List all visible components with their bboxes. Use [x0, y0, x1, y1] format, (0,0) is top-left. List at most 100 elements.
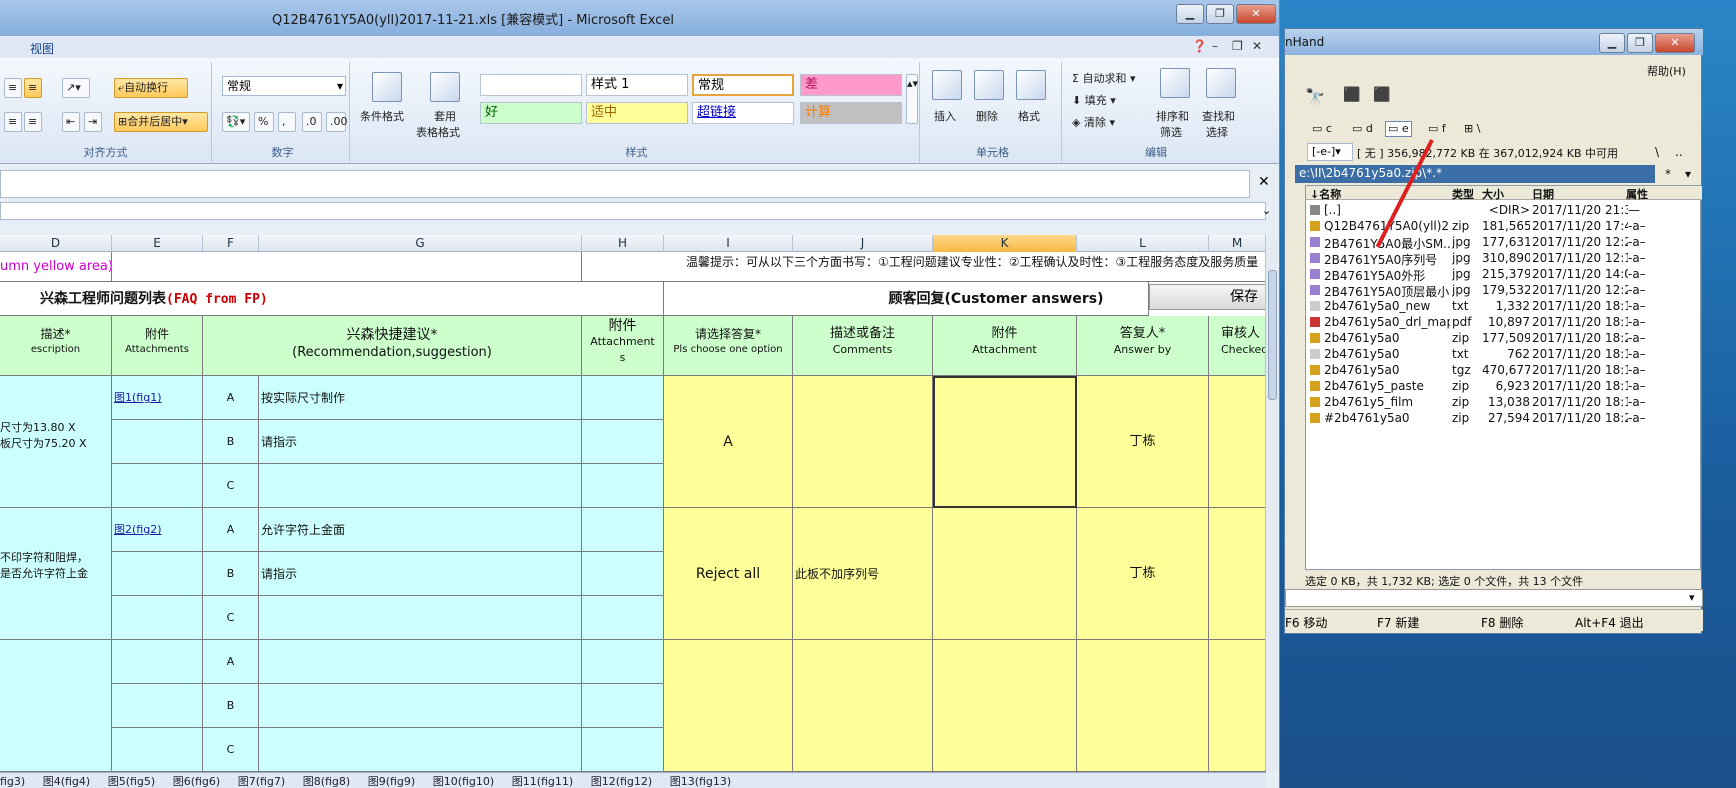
- f6-move-button[interactable]: F6 移动: [1285, 614, 1327, 631]
- decrease-indent-icon[interactable]: ⇤: [62, 112, 80, 132]
- q1-answer-by[interactable]: 丁栋: [1077, 376, 1209, 508]
- file-row[interactable]: 2B4761Y5A0最小SM.. jpg 177,631 2017/11/20 12:…: [1306, 234, 1702, 251]
- file-row[interactable]: Q12B4761Y5A0(yll)20..zip181,5652017/11/2…: [1306, 218, 1702, 234]
- drive-f-button[interactable]: ▭ f: [1425, 121, 1449, 137]
- cell[interactable]: [112, 420, 203, 464]
- table-format-label-2[interactable]: 表格格式: [416, 124, 460, 140]
- cell[interactable]: [582, 376, 664, 420]
- q1-attachment-selected[interactable]: [933, 376, 1077, 508]
- cell[interactable]: [582, 596, 664, 640]
- drive-e-button[interactable]: ▭ e: [1385, 121, 1412, 137]
- scroll-thumb[interactable]: [1268, 270, 1277, 400]
- drive-c-button[interactable]: ▭ c: [1309, 121, 1335, 137]
- sort-filter-icon[interactable]: [1160, 68, 1190, 98]
- q2-answer-by[interactable]: 丁栋: [1077, 508, 1209, 640]
- format-icon[interactable]: [1016, 70, 1046, 100]
- drive-d-button[interactable]: ▭ d: [1349, 121, 1376, 137]
- q2-sugg[interactable]: [259, 596, 582, 640]
- sheet-tab[interactable]: 图10(fig10): [433, 773, 495, 788]
- conditional-format-label[interactable]: 条件格式: [360, 108, 404, 124]
- drive-select[interactable]: [-e-]▾: [1307, 143, 1353, 161]
- file-list[interactable]: ↓名称 类型 大小 日期 属性 [..] <DIR>2017/11/20 21:3…: [1305, 185, 1702, 570]
- fm-close-button[interactable]: ✕: [1655, 33, 1695, 53]
- hdr-recommendation[interactable]: 兴森快捷建议* (Recommendation,suggestion): [203, 316, 582, 376]
- currency-icon[interactable]: 💱▾: [222, 112, 250, 132]
- cell[interactable]: [112, 252, 582, 282]
- cell[interactable]: [582, 640, 664, 684]
- q2-attachment[interactable]: [933, 508, 1077, 640]
- insert-label[interactable]: 插入: [934, 108, 956, 124]
- file-row[interactable]: [..] <DIR>2017/11/20 21:32—: [1306, 202, 1702, 218]
- sheet-tab[interactable]: 图4(fig4): [43, 773, 91, 788]
- file-row[interactable]: 2B4761Y5A0顶层最小.. jpg 179,532 2017/11/20 12:…: [1306, 282, 1702, 299]
- file-row[interactable]: 2b4761y5_paste zip 6,9232017/11/20 18:19-a…: [1306, 378, 1702, 394]
- network-drive-button[interactable]: ⊞ \: [1461, 121, 1483, 137]
- delete-label[interactable]: 删除: [976, 108, 998, 124]
- worksheet-grid[interactable]: umn yellow area) 温馨提示：可从以下三个方面书写：①工程问题建议…: [0, 252, 1266, 772]
- col-attr[interactable]: 属性: [1626, 186, 1648, 201]
- q3-attachment[interactable]: [933, 640, 1077, 772]
- sort-label-1[interactable]: 排序和: [1156, 108, 1189, 124]
- increase-indent-icon[interactable]: ⇥: [84, 112, 102, 132]
- wrap-text-button[interactable]: ⤶自动换行: [114, 78, 188, 98]
- comma-button[interactable]: ,: [278, 112, 296, 132]
- column-header[interactable]: J: [793, 235, 933, 252]
- find-select-icon[interactable]: [1206, 68, 1236, 98]
- q1-description[interactable]: 尺寸为13.80 X 板尺寸为75.20 X: [0, 376, 112, 508]
- file-row[interactable]: 2B4761Y5A0外形jpg215,3792017/11/20 14:07-a…: [1306, 266, 1702, 283]
- file-row[interactable]: 2b4761y5a0 zip 177,5092017/11/20 18:20-a–: [1306, 330, 1702, 346]
- decrease-decimal-icon[interactable]: .00: [326, 112, 348, 132]
- column-header[interactable]: H: [582, 235, 664, 252]
- style-normal[interactable]: 常规: [692, 74, 794, 96]
- q2-checked[interactable]: [1209, 508, 1266, 640]
- column-header[interactable]: E: [112, 235, 203, 252]
- cell[interactable]: [112, 640, 203, 684]
- cell[interactable]: [582, 420, 664, 464]
- q1-checked[interactable]: [1209, 376, 1266, 508]
- excel-icon[interactable]: ⬛: [1373, 87, 1390, 103]
- hdr-comments[interactable]: 描述或备注 Comments: [793, 316, 933, 376]
- f8-delete-button[interactable]: F8 删除: [1481, 614, 1523, 631]
- autosum-button[interactable]: Σ 自动求和 ▾: [1072, 70, 1135, 86]
- table-format-label-1[interactable]: 套用: [434, 108, 456, 124]
- column-header[interactable]: I: [664, 235, 793, 252]
- sheet-tab[interactable]: 图12(fig12): [591, 773, 653, 788]
- q2-answer[interactable]: Reject all: [664, 508, 793, 640]
- q3-checked[interactable]: [1209, 640, 1266, 772]
- col-type[interactable]: 类型: [1452, 186, 1474, 201]
- hdr-answer-by[interactable]: 答复人* Answer by: [1077, 316, 1209, 376]
- cell[interactable]: [582, 464, 664, 508]
- help-icon[interactable]: ❓: [1192, 39, 1207, 53]
- cell[interactable]: [112, 552, 203, 596]
- sheet-tab[interactable]: 图13(fig13): [670, 773, 732, 788]
- formula-input[interactable]: [0, 170, 1250, 198]
- q3-description[interactable]: [0, 640, 112, 772]
- save-button[interactable]: 保存: [1149, 284, 1266, 310]
- filter-dropdown-icon[interactable]: ▾: [1685, 167, 1691, 181]
- fm-title-bar[interactable]: nHand ▁ ❐ ✕: [1285, 29, 1703, 55]
- table-format-icon[interactable]: [430, 72, 460, 102]
- q1-sugg[interactable]: 请指示: [259, 420, 582, 464]
- fm-minimize-button[interactable]: ▁: [1599, 33, 1625, 53]
- align-right-icon[interactable]: ≡: [24, 112, 42, 132]
- styles-scroll-icon[interactable]: ▴▾: [906, 74, 918, 124]
- column-header[interactable]: M: [1209, 235, 1266, 252]
- sheet-tab[interactable]: 图7(fig7): [238, 773, 286, 788]
- sheet-tab[interactable]: 图11(fig11): [512, 773, 574, 788]
- file-row[interactable]: #2b4761y5a0 zip 27,5942017/11/20 18:20-a–: [1306, 410, 1702, 426]
- q2-sugg[interactable]: 允许字符上金面: [259, 508, 582, 552]
- q3-opt[interactable]: B: [203, 684, 259, 728]
- hdr-attachments[interactable]: 附件 Attachments: [112, 316, 203, 376]
- style-hyperlink[interactable]: 超链接: [692, 102, 794, 124]
- ribbon-minimize-icon[interactable]: –: [1212, 39, 1218, 53]
- column-header[interactable]: D: [0, 235, 112, 252]
- q1-opt[interactable]: A: [203, 376, 259, 420]
- tip-text[interactable]: 温馨提示：可从以下三个方面书写：①工程问题建议专业性：②工程确认及时性：③工程服…: [582, 252, 1266, 282]
- q2-fig-link[interactable]: 图2(fig2): [112, 508, 203, 552]
- format-label[interactable]: 格式: [1018, 108, 1040, 124]
- q2-sugg[interactable]: 请指示: [259, 552, 582, 596]
- q1-opt[interactable]: B: [203, 420, 259, 464]
- style-good[interactable]: 好: [480, 102, 582, 124]
- q2-opt[interactable]: C: [203, 596, 259, 640]
- q2-opt[interactable]: B: [203, 552, 259, 596]
